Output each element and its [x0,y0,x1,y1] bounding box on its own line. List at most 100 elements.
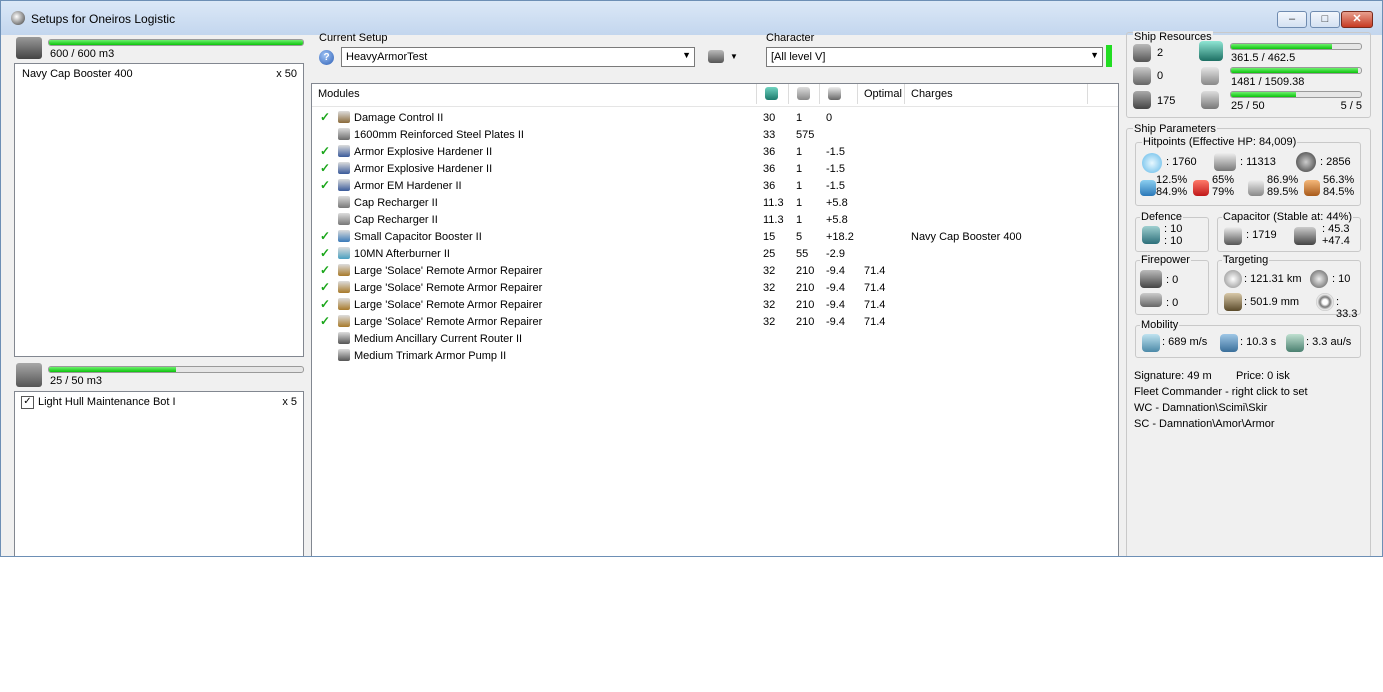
module-optimal: 71.4 [864,265,886,277]
capacitor-usage: : 45.3 [1322,223,1350,235]
powergrid-bar [1230,67,1362,74]
module-powergrid: 1 [796,197,803,209]
table-row[interactable]: ✓ Large 'Solace' Remote Armor Repairer 32 2… [312,263,1112,280]
table-row[interactable]: ✓ Small Capacitor Booster II 15 5 +18.2 Navy … [312,229,1112,246]
ship-menu-chevron-icon[interactable]: ▼ [730,52,738,61]
module-cpu: 32 [763,299,776,311]
module-powergrid: 1 [796,180,803,192]
module-capacitor: -9.4 [826,299,845,311]
defence-value-b: : 10 [1164,235,1183,247]
turret-count: 2 [1157,47,1164,59]
thermal-resist-shield: 65% [1212,174,1235,186]
table-row[interactable]: Cap Recharger II 11.3 1 +5.8 [312,195,1112,212]
col-charges[interactable]: Charges [905,84,1088,104]
online-check-icon: ✓ [320,280,331,294]
turret-dps: : 0 [1166,274,1179,286]
col-powergrid[interactable] [789,84,820,104]
module-powergrid: 55 [796,248,809,260]
sensor-strength-icon [1316,293,1334,311]
powergrid-icon [1201,67,1219,85]
powergrid-icon [797,87,810,100]
module-name: Armor Explosive Hardener II [354,163,493,175]
table-row[interactable]: ✓ Damage Control II 30 1 0 [312,110,1112,127]
capacitor-recharge-icon [1294,227,1316,245]
module-icon [338,128,350,140]
close-button[interactable]: ✕ [1341,11,1373,28]
cargo-list[interactable]: Navy Cap Booster 400 x 50 [14,63,304,357]
maximize-button[interactable]: □ [1310,11,1340,28]
module-cpu: 32 [763,265,776,277]
minimize-button[interactable]: – [1277,11,1307,28]
drone-item-name[interactable]: Light Hull Maintenance Bot I [38,396,176,408]
table-row[interactable]: ✓ 10MN Afterburner II 25 55 -2.9 [312,246,1112,263]
module-powergrid: 210 [796,282,815,294]
module-capacitor: +5.8 [826,197,848,209]
ship-menu-icon[interactable] [708,50,724,63]
capacitor-recharge: +47.4 [1322,235,1350,247]
capacitor-label: Capacitor (Stable at: 44%) [1222,211,1354,223]
module-name: Damage Control II [354,112,444,124]
col-capacitor[interactable] [820,84,858,104]
col-modules[interactable]: Modules [312,84,757,104]
mobility-group: Mobility : 689 m/s : 10.3 s : 3.3 au/s [1135,319,1361,358]
kinetic-resist-shield: 86.9% [1267,174,1299,186]
module-powergrid: 1 [796,146,803,158]
table-row[interactable]: ✓ Armor EM Hardener II 36 1 -1.5 [312,178,1112,195]
table-row[interactable]: Medium Trimark Armor Pump II [312,348,1112,365]
table-row[interactable]: ✓ Large 'Solace' Remote Armor Repairer 32 2… [312,280,1112,297]
fleet-commander[interactable]: Fleet Commander - right click to set [1134,386,1308,398]
drone-active-checkbox[interactable]: ✓ [21,396,34,409]
modules-table[interactable]: Modules Optimal Charges ✓ Damage Control … [311,83,1119,556]
calibration-value: 175 [1157,95,1176,107]
setup-select[interactable]: HeavyArmorTest ▼ [341,47,695,67]
module-powergrid: 575 [796,129,815,141]
table-row[interactable]: ✓ Armor Explosive Hardener II 36 1 -1.5 [312,144,1112,161]
title-bar[interactable]: Setups for Oneiros Logistic – □ ✕ [1,1,1382,35]
em-resist-icon [1140,180,1156,196]
table-row[interactable]: Medium Ancillary Current Router II [312,331,1112,348]
module-icon [338,179,350,191]
module-name: Large 'Solace' Remote Armor Repairer [354,265,543,277]
warp-speed-icon [1286,334,1304,352]
ship-resources-group: Ship Resources 2 0 175 361.5 / 462.5 148… [1126,31,1371,118]
hull-hp: : 2856 [1320,156,1351,168]
table-row[interactable]: 1600mm Reinforced Steel Plates II 33 575 [312,127,1112,144]
col-optimal[interactable]: Optimal [858,84,905,104]
online-check-icon: ✓ [320,144,331,158]
cargo-item-name[interactable]: Navy Cap Booster 400 [22,68,133,80]
table-row[interactable]: ✓ Large 'Solace' Remote Armor Repairer 32 2… [312,314,1112,331]
module-cpu: 15 [763,231,776,243]
current-setup-label: Current Setup [319,32,388,44]
col-cpu[interactable] [757,84,789,104]
cpu-icon [1199,41,1223,61]
shield-icon [1142,153,1162,173]
launcher-hardpoint-icon [1133,67,1151,85]
drone-bay-label: 25 / 50 m3 [50,375,102,387]
module-powergrid: 210 [796,299,815,311]
cpu-value: 361.5 / 462.5 [1231,52,1296,64]
module-powergrid: 1 [796,214,803,226]
help-icon[interactable]: ? [319,50,334,65]
setup-select-value: HeavyArmorTest [346,51,428,63]
module-cpu: 36 [763,146,776,158]
module-icon [338,213,350,225]
module-powergrid: 1 [796,163,803,175]
character-select[interactable]: [All level V] ▼ [766,47,1103,67]
module-capacitor: -1.5 [826,163,845,175]
shield-hp: : 1760 [1166,156,1197,168]
launcher-count: 0 [1157,70,1164,82]
missile-damage-icon [1140,293,1162,307]
character-label: Character [766,32,815,44]
signature-radius: Signature: 49 m [1134,370,1212,382]
cargo-item-qty: x 50 [276,68,297,80]
table-row[interactable]: ✓ Armor Explosive Hardener II 36 1 -1.5 [312,161,1112,178]
explosive-resist-armor: 84.5% [1323,186,1355,198]
module-powergrid: 1 [796,112,803,124]
online-check-icon: ✓ [320,297,331,311]
chevron-down-icon: ▼ [682,50,691,60]
module-name: Cap Recharger II [354,214,438,226]
table-row[interactable]: Cap Recharger II 11.3 1 +5.8 [312,212,1112,229]
table-row[interactable]: ✓ Large 'Solace' Remote Armor Repairer 32 2… [312,297,1112,314]
defence-group: Defence : 10 : 10 [1135,211,1209,252]
drone-list[interactable]: ✓ Light Hull Maintenance Bot I x 5 [14,391,304,556]
